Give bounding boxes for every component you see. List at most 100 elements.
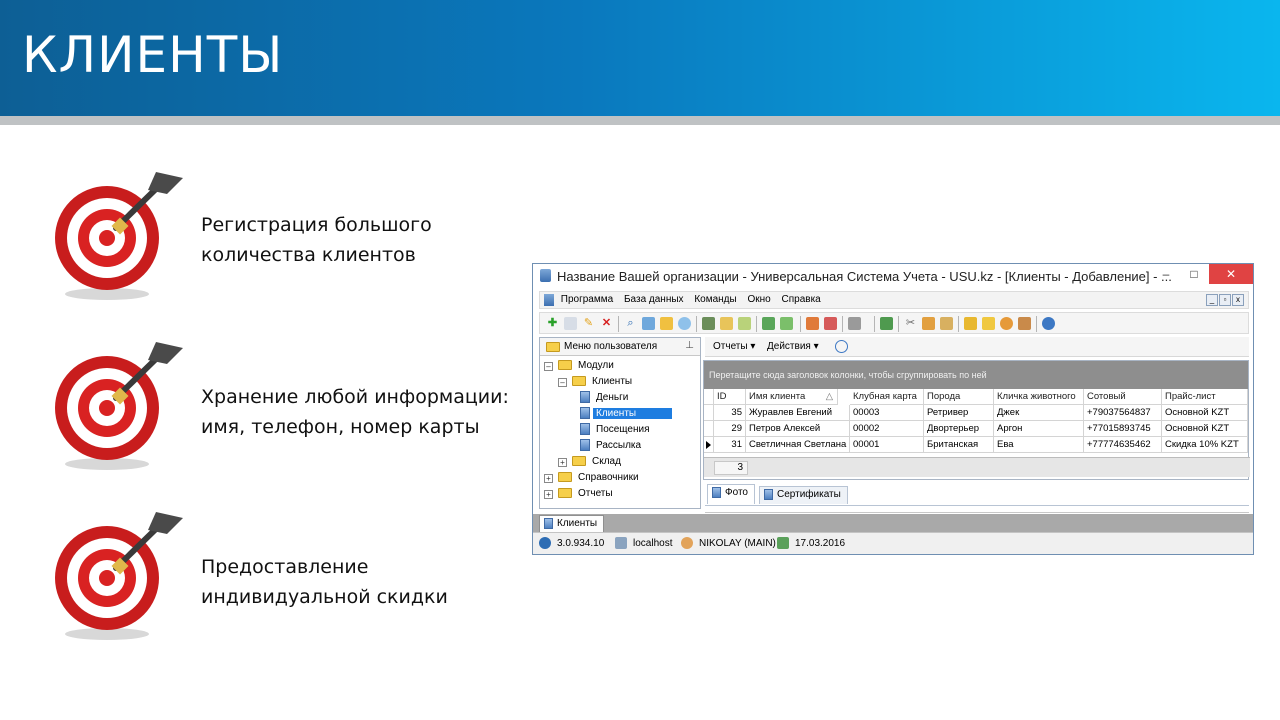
- menu-app-icon: [544, 294, 554, 306]
- menu-program[interactable]: Программа: [561, 292, 613, 308]
- table-row[interactable]: 35 Журавлев Евгений 00003 Ретривер Джек …: [704, 405, 1250, 421]
- settings-icon[interactable]: [922, 317, 935, 330]
- tree-item-money[interactable]: Деньги: [580, 390, 631, 406]
- window-tab-bar: Клиенты: [533, 514, 1253, 532]
- tree-item-directories[interactable]: + Справочники: [544, 470, 642, 486]
- menu-bar: Программа База данных Команды Окно Справ…: [539, 291, 1249, 309]
- minimize-button[interactable]: –: [1153, 264, 1179, 284]
- bullet-line: имя, телефон, номер карты: [201, 416, 480, 438]
- window-titlebar: Название Вашей организации - Универсальн…: [533, 264, 1253, 288]
- notes-icon[interactable]: [940, 317, 953, 330]
- grid-header-row: ID Имя клиента △ Клубная карта Порода Кли…: [704, 389, 1250, 405]
- bullet-line: Хранение любой информации:: [201, 386, 509, 408]
- about-icon[interactable]: [1042, 317, 1055, 330]
- status-user: NIKOLAY (MAIN): [699, 538, 776, 549]
- tree-item-reports[interactable]: + Отчеты: [544, 486, 616, 502]
- window-close-icon[interactable]: [824, 317, 837, 330]
- grid-toolbar: Отчеты ▾ Действия ▾: [705, 337, 1249, 357]
- tab-certificates[interactable]: Сертификаты: [759, 486, 848, 504]
- tree-item-visits[interactable]: Посещения: [580, 422, 653, 438]
- slide-title: КЛИЕНТЫ: [22, 26, 284, 84]
- maximize-button[interactable]: □: [1181, 264, 1207, 284]
- expand-icon[interactable]: +: [558, 458, 567, 467]
- column-header-breed[interactable]: Порода: [924, 389, 994, 405]
- folder-open-icon: [572, 376, 586, 387]
- add-icon[interactable]: ✚: [546, 317, 559, 330]
- column-header-client-name[interactable]: Имя клиента △: [746, 389, 838, 405]
- target-dart-icon: [55, 172, 183, 300]
- table-icon: [712, 486, 721, 498]
- bullet-item: Хранение любой информации: имя, телефон,…: [52, 338, 532, 478]
- collapse-icon[interactable]: –: [558, 378, 567, 387]
- window-tab-clients[interactable]: Клиенты: [539, 515, 605, 532]
- expand-icon[interactable]: +: [544, 474, 553, 483]
- import-icon[interactable]: [720, 317, 733, 330]
- table-row-current[interactable]: 31 Светличная Светлана 00001 Британская …: [704, 437, 1250, 453]
- clock-icon[interactable]: [835, 340, 848, 353]
- lock-icon[interactable]: [964, 317, 977, 330]
- user-menu-title: Меню пользователя: [564, 341, 658, 352]
- status-version: 3.0.934.10: [557, 538, 605, 549]
- bullet-line: Регистрация большого: [201, 214, 432, 236]
- close-button[interactable]: ✕: [1209, 264, 1253, 284]
- bullet-item: Регистрация большого количества клиентов: [52, 168, 532, 308]
- tree-item-clients[interactable]: Клиенты: [580, 406, 673, 422]
- actions-dropdown[interactable]: Действия ▾: [767, 341, 819, 352]
- key-icon[interactable]: [982, 317, 995, 330]
- edit-icon[interactable]: ✎: [582, 317, 595, 330]
- export-icon[interactable]: [702, 317, 715, 330]
- report-menu-icon[interactable]: [780, 317, 793, 330]
- roles-icon[interactable]: [1018, 317, 1031, 330]
- detail-panel: [705, 507, 1249, 513]
- mdi-restore-button[interactable]: ▫: [1219, 294, 1231, 306]
- pin-icon[interactable]: ⊥: [685, 340, 694, 351]
- group-by-panel[interactable]: Перетащите сюда заголовок колонки, чтобы…: [704, 361, 1248, 389]
- record-count: 3: [714, 461, 748, 475]
- column-header-pet-name[interactable]: Кличка животного: [994, 389, 1084, 405]
- window-new-icon[interactable]: [806, 317, 819, 330]
- tree-item-clients-folder[interactable]: – Клиенты: [558, 374, 635, 390]
- detail-tabs: Фото Сертификаты: [705, 484, 1249, 506]
- expand-icon[interactable]: +: [544, 490, 553, 499]
- menu-commands[interactable]: Команды: [694, 292, 736, 308]
- column-header-mobile[interactable]: Сотовый: [1084, 389, 1162, 405]
- folder-icon: [572, 456, 586, 467]
- collapse-icon[interactable]: –: [544, 362, 553, 371]
- folder-open-icon: [558, 360, 572, 371]
- user-menu-panel: Меню пользователя ⊥ – Модули – Клиенты Д…: [539, 337, 701, 509]
- menu-window[interactable]: Окно: [747, 292, 770, 308]
- delete-icon[interactable]: ✕: [600, 317, 613, 330]
- search-icon[interactable]: ⌕: [624, 317, 637, 330]
- print-icon[interactable]: [738, 317, 751, 330]
- menu-database[interactable]: База данных: [624, 292, 684, 308]
- table-row[interactable]: 29 Петров Алексей 00002 Двортерьер Аргон…: [704, 421, 1250, 437]
- column-header-club-card[interactable]: Клубная карта: [850, 389, 924, 405]
- server-icon: [615, 537, 627, 549]
- copy-icon[interactable]: [564, 317, 577, 330]
- mdi-minimize-button[interactable]: _: [1206, 294, 1218, 306]
- mdi-close-button[interactable]: x: [1232, 294, 1244, 306]
- status-server: localhost: [633, 538, 673, 549]
- tree-item-warehouse[interactable]: + Склад: [558, 454, 624, 470]
- users-icon[interactable]: [1000, 317, 1013, 330]
- current-row-indicator-icon: [706, 441, 711, 449]
- calendar-icon: [777, 537, 789, 549]
- menu-help[interactable]: Справка: [782, 292, 821, 308]
- app-icon: [540, 269, 551, 282]
- tree-item-modules[interactable]: – Модули: [544, 358, 617, 374]
- folder-icon: [546, 342, 560, 352]
- calendar-icon[interactable]: [880, 317, 893, 330]
- report-icon[interactable]: [762, 317, 775, 330]
- reports-dropdown[interactable]: Отчеты ▾: [713, 341, 755, 352]
- target-dart-icon: [55, 342, 183, 470]
- refresh-icon[interactable]: [642, 317, 655, 330]
- target-dart-icon: [55, 512, 183, 640]
- sound-icon[interactable]: [848, 317, 861, 330]
- column-header-id[interactable]: ID: [714, 389, 746, 405]
- filter-icon[interactable]: [660, 317, 673, 330]
- tools-icon[interactable]: ✂: [904, 317, 917, 330]
- tab-photo[interactable]: Фото: [707, 484, 755, 504]
- column-header-price-list[interactable]: Прайс-лист: [1162, 389, 1248, 405]
- comment-icon[interactable]: [678, 317, 691, 330]
- tree-item-mailing[interactable]: Рассылка: [580, 438, 644, 454]
